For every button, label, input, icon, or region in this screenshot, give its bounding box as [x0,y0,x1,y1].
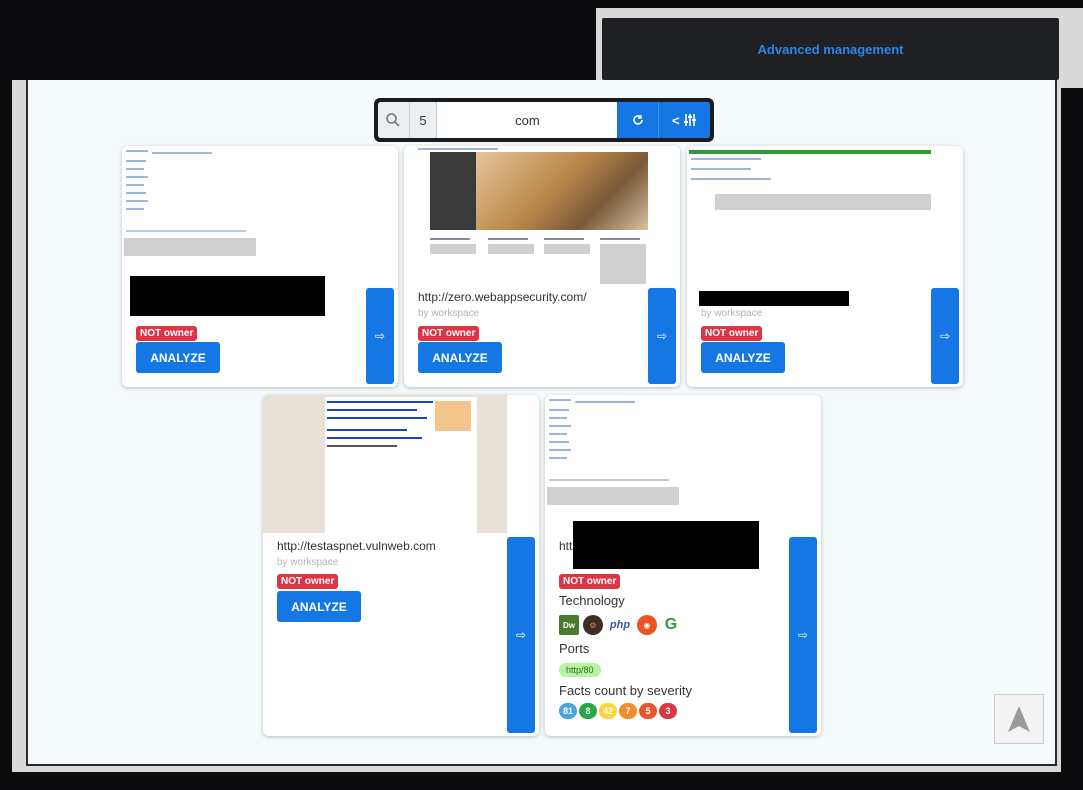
ports-label: Ports [559,641,590,656]
facts-label: Facts count by severity [559,683,692,698]
analyze-button[interactable]: ANALYZE [277,591,361,622]
topbar-left [0,0,596,80]
port-badge: http/80 [559,663,601,677]
site-url[interactable]: http://zero.webappsecurity.com/ [418,290,587,304]
open-detail-button[interactable]: ⇨ [366,288,394,384]
php-icon: php [607,615,633,635]
technology-label: Technology [559,593,625,608]
server-gear-icon: ⚙ [583,615,603,635]
dreamweaver-icon: Dw [559,615,579,635]
site-card: http://testaspnet.vulnweb.com by workspa… [263,395,539,736]
filter-toggle-label: < [671,112,680,128]
ubuntu-icon: ◉ [637,615,657,635]
site-card: NOT owner ANALYZE ⇨ [122,146,398,387]
open-detail-button[interactable]: ⇨ [931,288,959,384]
not-owner-badge: NOT owner [418,326,480,341]
severity-count: 7 [619,703,637,719]
analyze-button[interactable]: ANALYZE [701,342,785,373]
forward-icon: ⇨ [374,329,386,343]
site-url[interactable]: http://testaspnet.vulnweb.com [277,539,436,553]
site-owner: by workspace [277,557,339,568]
refresh-icon [632,115,643,125]
not-owner-badge: NOT owner [277,574,339,589]
topbar-inner: Advanced management [602,18,1059,80]
arrow-up-icon [1008,706,1030,732]
forward-icon: ⇨ [939,329,951,343]
site-thumbnail[interactable] [404,146,648,286]
search-input[interactable] [437,102,618,138]
redacted-url [573,521,759,569]
severity-count: 81 [559,703,577,719]
search-icon [378,102,410,138]
topbar: Advanced management [596,8,1083,88]
analyze-button[interactable]: ANALYZE [136,342,220,373]
technology-list: Dw ⚙ php ◉ G [559,615,681,635]
severity-count: 42 [599,703,617,719]
redacted-url [130,276,325,316]
site-thumbnail[interactable] [545,395,789,515]
thumb-sidebar [430,152,476,230]
open-detail-button[interactable]: ⇨ [789,537,817,733]
site-card: htt NOT owner Technology Dw ⚙ php ◉ G Po… [545,395,821,736]
open-detail-button[interactable]: ⇨ [507,537,535,733]
site-thumbnail[interactable] [122,146,366,266]
not-owner-badge: NOT owner [701,326,763,341]
not-owner-badge: NOT owner [136,326,198,341]
coins-image [476,152,648,230]
result-count: 5 [409,102,438,138]
severity-count: 3 [659,703,677,719]
green-g-icon: G [661,615,681,635]
site-url[interactable]: htt [559,539,572,553]
site-thumbnail[interactable] [687,146,931,266]
search-bar: 5 < [374,98,714,142]
redacted-url [699,291,849,306]
severity-counts: 81 8 42 7 5 3 [559,703,677,719]
site-card: by workspace NOT owner ANALYZE ⇨ [687,146,963,387]
filter-button[interactable]: < [658,102,710,138]
open-detail-button[interactable]: ⇨ [648,288,676,384]
forward-icon: ⇨ [797,628,809,642]
analyze-button[interactable]: ANALYZE [418,342,502,373]
site-thumbnail[interactable] [263,395,507,533]
search-group: 5 < [378,102,710,138]
site-owner: by workspace [418,308,480,319]
site-owner: by workspace [701,308,763,319]
forward-icon: ⇨ [656,329,668,343]
not-owner-badge: NOT owner [559,574,621,589]
sliders-icon [684,114,697,126]
forward-icon: ⇨ [515,628,527,642]
severity-count: 8 [579,703,597,719]
advanced-management-link[interactable]: Advanced management [758,42,904,57]
scroll-top-button[interactable] [994,694,1044,744]
refresh-button[interactable] [617,102,659,138]
site-card: http://zero.webappsecurity.com/ by works… [404,146,680,387]
severity-count: 5 [639,703,657,719]
